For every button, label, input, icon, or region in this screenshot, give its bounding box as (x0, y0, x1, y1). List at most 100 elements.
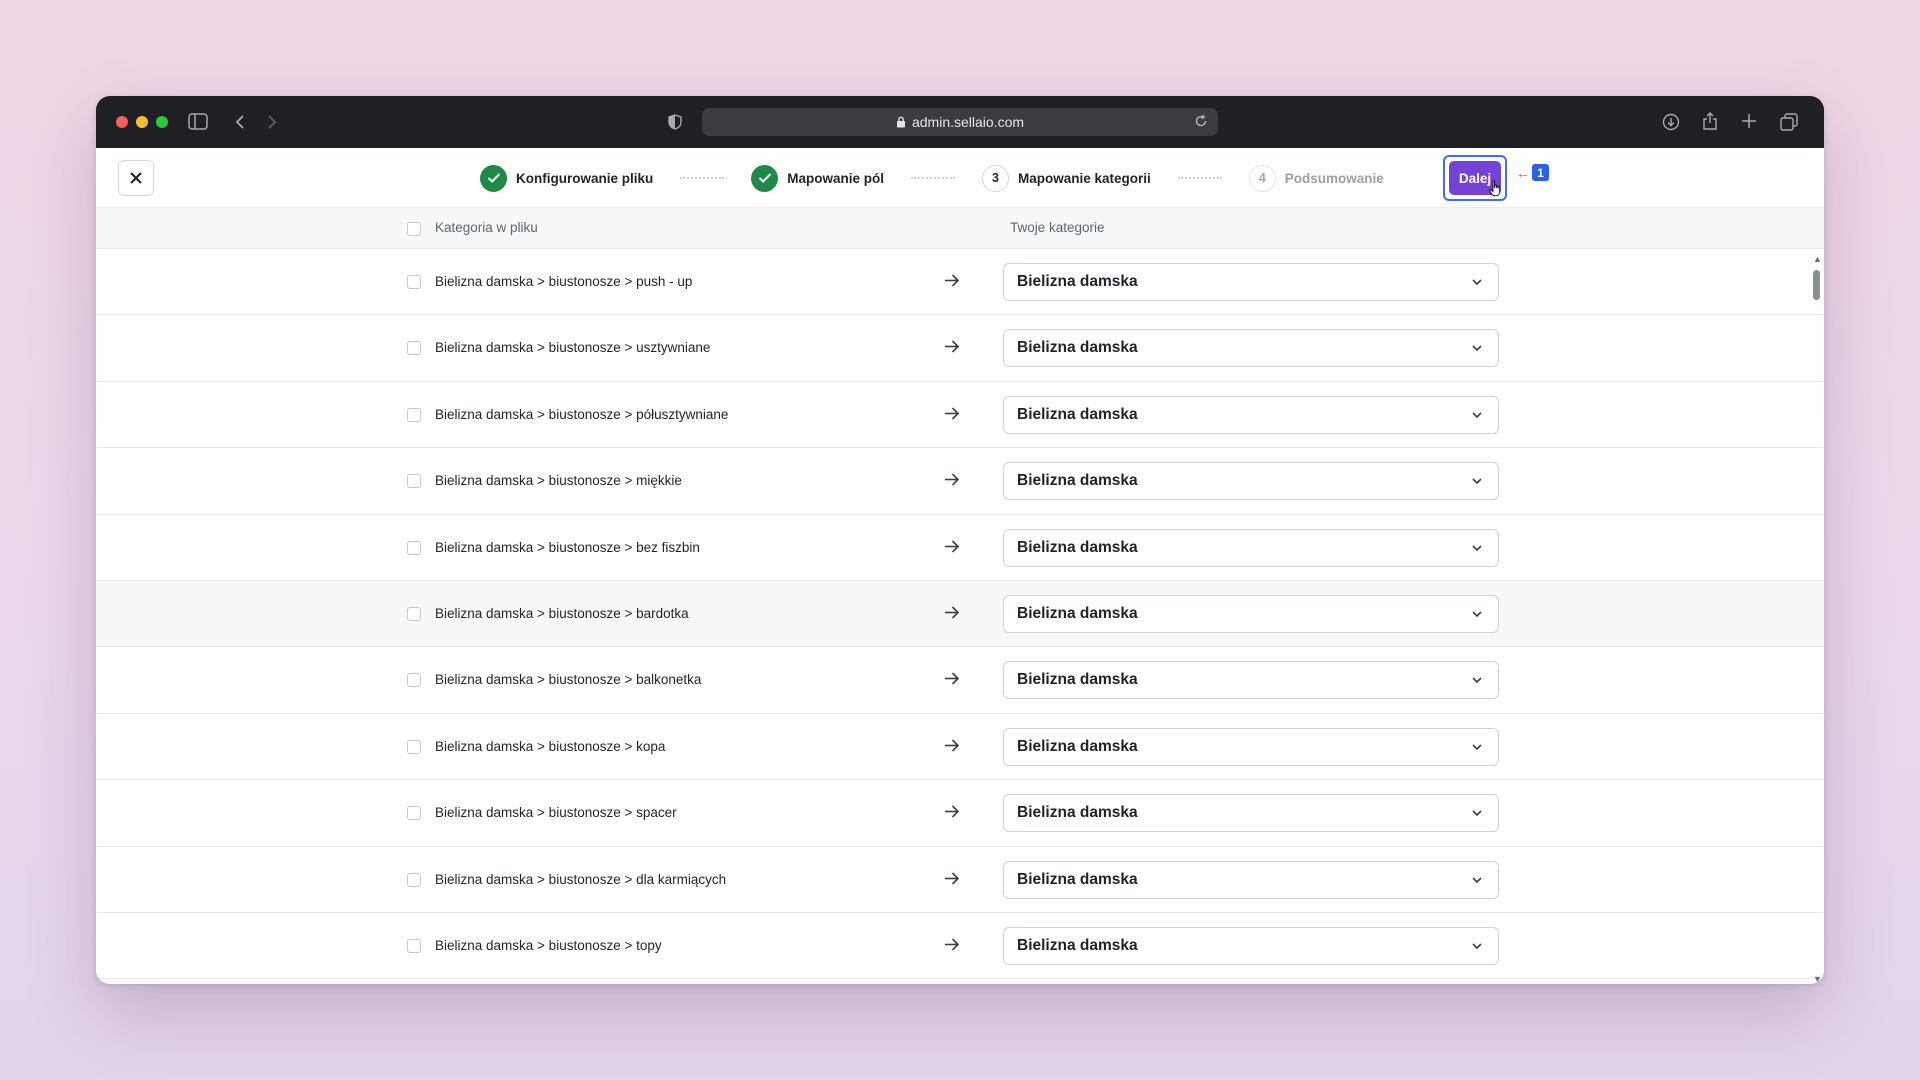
browser-window: admin.sellaio.com Konfigurowanie pliku M… (96, 96, 1824, 984)
chevron-down-icon (1470, 341, 1484, 355)
row-checkbox[interactable] (407, 341, 421, 356)
step-configure-file: Konfigurowanie pliku (480, 164, 654, 192)
target-category-select[interactable]: Bielizna damska (1003, 329, 1499, 368)
marker-number: 1 (1532, 164, 1549, 181)
column-header-target: Twoje kategorie (1010, 220, 1105, 235)
target-category-select[interactable]: Bielizna damska (1003, 794, 1499, 833)
chevron-down-icon (1470, 740, 1484, 754)
privacy-shield-icon[interactable] (668, 114, 682, 130)
downloads-icon[interactable] (1662, 113, 1680, 131)
scroll-up-icon[interactable]: ▲ (1813, 254, 1822, 264)
target-category-select[interactable]: Bielizna damska (1003, 727, 1499, 766)
target-category-select[interactable]: Bielizna damska (1003, 860, 1499, 899)
table-header: Kategoria w pliku Twoje kategorie (96, 208, 1824, 249)
step-label: Mapowanie pól (787, 170, 885, 186)
target-category-select[interactable]: Bielizna damska (1003, 926, 1499, 965)
new-tab-icon[interactable] (1741, 113, 1757, 129)
table-row: Bielizna damska > biustonosze > spacer Bi… (96, 780, 1824, 847)
target-category-select[interactable]: Bielizna damska (1003, 661, 1499, 700)
left-arrow-icon: ← (1516, 164, 1530, 181)
source-category: Bielizna damska > biustonosze > topy (435, 937, 662, 953)
scrollbar[interactable]: ▲ ▼ (1810, 250, 1824, 984)
target-category-select[interactable]: Bielizna damska (1003, 395, 1499, 434)
row-checkbox[interactable] (407, 275, 421, 289)
chevron-down-icon (1470, 939, 1484, 953)
selected-category: Bielizna damska (1017, 472, 1138, 490)
minimize-window-button[interactable] (136, 116, 148, 128)
annotation-marker: ← 1 (1516, 164, 1549, 181)
target-category-select[interactable]: Bielizna damska (1003, 594, 1499, 633)
target-category-select[interactable]: Bielizna damska (1003, 462, 1499, 501)
scrollbar-thumb[interactable] (1813, 270, 1820, 300)
back-icon[interactable] (235, 114, 245, 130)
chevron-down-icon (1470, 806, 1484, 820)
selected-category: Bielizna damska (1017, 604, 1138, 622)
close-wizard-button[interactable] (118, 160, 154, 196)
chevron-down-icon (1470, 873, 1484, 887)
row-checkbox[interactable] (407, 540, 421, 555)
selected-category: Bielizna damska (1017, 405, 1138, 423)
sidebar-toggle-icon[interactable] (188, 113, 208, 130)
step-label: Konfigurowanie pliku (516, 170, 654, 186)
arrow-right-icon (943, 870, 960, 887)
url-text: admin.sellaio.com (911, 114, 1025, 130)
reload-icon[interactable] (1194, 114, 1208, 128)
row-checkbox[interactable] (407, 673, 421, 688)
table-row: Bielizna damska > biustonosze > bez fisz… (96, 514, 1824, 581)
target-category-select[interactable]: Bielizna damska (1003, 528, 1499, 567)
share-icon[interactable] (1702, 111, 1718, 131)
check-icon (751, 164, 779, 192)
row-checkbox[interactable] (407, 407, 421, 422)
arrow-right-icon (943, 737, 960, 754)
source-category: Bielizna damska > biustonosze > dla karm… (435, 871, 727, 887)
wizard-stepper: Konfigurowanie pliku Mapowanie pól 3 Map… (480, 164, 1384, 192)
source-category: Bielizna damska > biustonosze > miękkie (435, 473, 682, 489)
selected-category: Bielizna damska (1017, 804, 1138, 822)
table-row: Bielizna damska > biustonosze > topy Biel… (96, 912, 1824, 980)
table-row: Bielizna damska > biustonosze > push - u… (96, 249, 1824, 316)
import-wizard: Konfigurowanie pliku Mapowanie pól 3 Map… (96, 148, 1824, 984)
step-label: Podsumowanie (1284, 170, 1384, 186)
selected-category: Bielizna damska (1017, 671, 1138, 689)
check-icon (480, 164, 507, 192)
source-category: Bielizna damska > biustonosze > spacer (435, 805, 677, 821)
row-checkbox[interactable] (407, 606, 421, 621)
scroll-down-icon[interactable]: ▼ (1813, 974, 1822, 984)
chevron-down-icon (1470, 673, 1484, 687)
arrow-right-icon (943, 272, 960, 289)
fullscreen-window-button[interactable] (156, 116, 168, 128)
arrow-right-icon (943, 803, 960, 820)
selected-category: Bielizna damska (1017, 936, 1138, 954)
row-checkbox[interactable] (407, 938, 421, 953)
hand-cursor-icon (1489, 180, 1503, 202)
target-category-select[interactable]: Bielizna damska (1003, 263, 1499, 301)
step-divider (1177, 177, 1222, 179)
row-checkbox[interactable] (407, 806, 421, 821)
selected-category: Bielizna damska (1017, 339, 1138, 357)
row-checkbox[interactable] (407, 872, 421, 887)
window-controls (116, 116, 168, 128)
address-bar[interactable]: admin.sellaio.com (702, 108, 1218, 136)
selected-category: Bielizna damska (1017, 737, 1138, 755)
arrow-right-icon (943, 405, 960, 422)
arrow-right-icon (943, 338, 960, 355)
row-checkbox[interactable] (407, 739, 421, 754)
chevron-down-icon (1470, 607, 1484, 621)
selected-category: Bielizna damska (1017, 538, 1138, 556)
arrow-right-icon (943, 604, 960, 621)
tab-overview-icon[interactable] (1780, 113, 1798, 131)
step-number: 4 (1248, 164, 1276, 192)
mapping-table-body: Bielizna damska > biustonosze > push - u… (96, 249, 1824, 980)
row-checkbox[interactable] (407, 474, 421, 489)
step-divider (680, 177, 725, 179)
step-number: 3 (982, 164, 1010, 192)
chevron-down-icon (1470, 408, 1484, 422)
close-window-button[interactable] (116, 116, 128, 128)
table-row: Bielizna damska > biustonosze > miękkie B… (96, 448, 1824, 515)
chevron-down-icon (1470, 275, 1484, 289)
arrow-right-icon (943, 471, 960, 488)
source-category: Bielizna damska > biustonosze > balkonet… (435, 672, 702, 688)
column-header-source: Kategoria w pliku (435, 220, 538, 235)
select-all-checkbox[interactable] (407, 222, 421, 236)
forward-icon[interactable] (267, 114, 277, 130)
